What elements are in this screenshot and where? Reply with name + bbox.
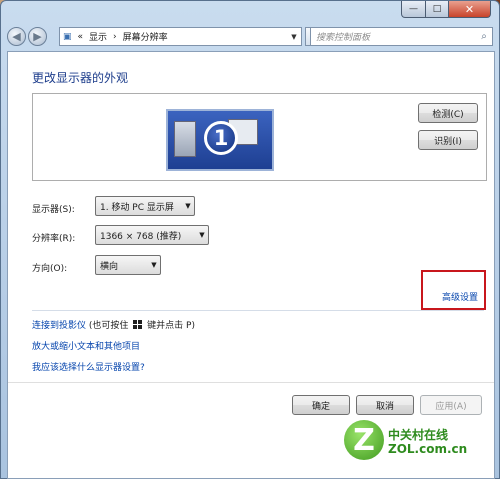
projector-hint-text: (也可按住	[88, 321, 129, 331]
cancel-button[interactable]: 取消	[356, 395, 414, 415]
orientation-select-value: 横向	[100, 261, 119, 272]
search-icon[interactable]: ⌕	[476, 31, 492, 42]
breadcrumb-display[interactable]: 显示	[86, 30, 110, 43]
chevron-down-icon: ▼	[185, 202, 191, 210]
ok-button[interactable]: 确定	[292, 395, 350, 415]
windows-key-icon	[133, 320, 143, 329]
monitor-thumbnail[interactable]: 1	[166, 109, 274, 171]
display-select[interactable]: 1. 移动 PC 显示屏 ▼	[95, 196, 195, 216]
monitor-number-badge: 1	[204, 121, 238, 155]
breadcrumb-screen-resolution[interactable]: 屏幕分辨率	[120, 30, 171, 43]
forward-arrow-icon: ▶	[33, 30, 42, 43]
chevron-down-icon: ▼	[199, 231, 205, 239]
search-box[interactable]: 搜索控制面板 ⌕	[310, 27, 493, 46]
resolution-label: 分辨率(R):	[32, 234, 76, 244]
search-input[interactable]: 搜索控制面板	[311, 30, 476, 43]
resolution-select-value: 1366 × 768 (推荐)	[100, 231, 182, 242]
projector-hint-text: 键并点击 P)	[147, 321, 195, 331]
chevron-down-icon: ▼	[151, 261, 157, 269]
back-button[interactable]: ◀	[7, 27, 26, 46]
orientation-select[interactable]: 横向 ▼	[95, 255, 161, 275]
desktop-window-graphic	[174, 121, 196, 157]
address-dropdown-icon[interactable]: ▼	[287, 33, 301, 41]
zoom-text-link[interactable]: 放大或缩小文本和其他项目	[32, 339, 140, 352]
window-controls: — □ ✕	[401, 1, 491, 19]
zol-logo-icon: Z	[344, 420, 384, 460]
forward-button[interactable]: ▶	[28, 27, 47, 46]
display-select-value: 1. 移动 PC 显示屏	[100, 202, 174, 213]
zol-watermark: Z 中关村在线 ZOL.com.cn	[340, 418, 500, 478]
detect-button[interactable]: 检测(C)	[418, 103, 478, 123]
navigation-bar: ◀ ▶ ▣ « 显示 › 屏幕分辨率 ▼ ⟳ 搜索控制面板 ⌕	[7, 25, 493, 49]
close-button[interactable]: ✕	[449, 1, 491, 18]
breadcrumb-separator-icon[interactable]: ›	[110, 32, 120, 42]
divider	[32, 310, 484, 311]
breadcrumb-overflow[interactable]: «	[75, 32, 87, 42]
page-title: 更改显示器的外观	[32, 71, 129, 85]
back-arrow-icon: ◀	[12, 30, 21, 43]
divider	[8, 382, 494, 383]
maximize-button[interactable]: □	[426, 1, 449, 18]
projector-row: 连接到投影仪 (也可按住 键并点击 P)	[32, 318, 195, 331]
watermark-name-cn: 中关村在线	[388, 428, 449, 442]
highlight-box	[421, 270, 486, 310]
connect-projector-link[interactable]: 连接到投影仪	[32, 321, 86, 331]
address-bar[interactable]: ▣ « 显示 › 屏幕分辨率 ▼	[59, 27, 302, 46]
display-preview-area: 1 检测(C) 识别(I)	[32, 93, 487, 181]
display-label: 显示器(S):	[32, 205, 75, 215]
apply-button[interactable]: 应用(A)	[420, 395, 482, 415]
watermark-name-en: ZOL.com.cn	[388, 442, 468, 456]
resolution-select[interactable]: 1366 × 768 (推荐) ▼	[95, 225, 209, 245]
orientation-label: 方向(O):	[32, 264, 68, 274]
which-settings-link[interactable]: 我应该选择什么显示器设置?	[32, 360, 145, 373]
identify-button[interactable]: 识别(I)	[418, 130, 478, 150]
control-panel-window: — □ ✕ ◀ ▶ ▣ « 显示 › 屏幕分辨率 ▼ ⟳ 搜索控制面板 ⌕ 更改…	[0, 0, 500, 479]
minimize-button[interactable]: —	[401, 1, 426, 18]
control-panel-icon: ▣	[63, 31, 72, 42]
screen-resolution-panel: 更改显示器的外观 1 检测(C) 识别(I) 显示器(S): 1. 移动 PC …	[7, 51, 495, 479]
